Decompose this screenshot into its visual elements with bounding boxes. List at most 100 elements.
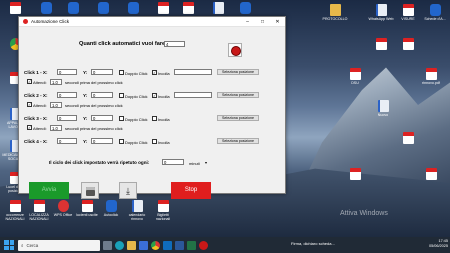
avvia-button[interactable]: Avvia xyxy=(29,182,69,199)
desktop-icon-app[interactable] xyxy=(120,2,146,15)
minimize-button[interactable]: – xyxy=(240,17,255,27)
desktop-icon-pdf[interactable] xyxy=(150,2,176,15)
desktop-icon-nuovo[interactable]: Nuovo xyxy=(370,100,396,117)
desktop-icon-app[interactable] xyxy=(90,2,116,15)
taskbar-search-input[interactable]: ⌕ Cerca xyxy=(18,239,100,251)
desktop-icon-localizza[interactable]: LOCALIZZA NAZIONALI xyxy=(26,200,52,221)
click-4-double-label: Doppio Click xyxy=(125,140,148,145)
edge-icon[interactable] xyxy=(115,240,124,250)
click-1-text-input[interactable] xyxy=(174,69,212,75)
outlook-icon[interactable] xyxy=(163,240,172,250)
click-4-incolla-checkbox[interactable] xyxy=(152,139,157,144)
click-4-y-label: Y: xyxy=(83,139,88,144)
click-2-incolla-checkbox[interactable]: ✓ xyxy=(152,93,157,98)
chrome-icon[interactable] xyxy=(151,240,160,250)
click-2-text-input[interactable] xyxy=(174,92,212,98)
desktop-icon-schede[interactable]: Schede d'A... xyxy=(422,4,448,21)
desktop-icon-wps[interactable]: WPS Office xyxy=(50,200,76,217)
taskbar-notification[interactable]: Firma, dichiaro scheda... xyxy=(291,241,335,246)
stop-button[interactable]: Stop xyxy=(171,182,211,199)
click-3-select-position-button[interactable]: Seleziona posizione xyxy=(217,115,259,121)
pdf-icon xyxy=(402,38,414,50)
desktop-icon-app[interactable] xyxy=(33,2,59,15)
click-3-y-input[interactable]: 0 xyxy=(91,115,113,121)
desktop-icon-dsu[interactable]: DSU xyxy=(342,68,368,85)
file-explorer-icon[interactable] xyxy=(127,240,136,250)
desktop-icon-label: DSU xyxy=(351,81,359,85)
click-4-select-position-button[interactable]: Seleziona posizione xyxy=(217,138,259,144)
desktop-icon-calendario[interactable]: calendario rinnovo xyxy=(124,200,150,221)
word-icon[interactable] xyxy=(175,240,184,250)
wait-1-checkbox[interactable]: ✓ xyxy=(27,79,32,84)
click-1-double-label: Doppio Click xyxy=(125,71,148,76)
desktop-icon-pdf[interactable] xyxy=(2,2,28,15)
desktop-icon-label: Biglietti nazionali xyxy=(155,213,171,221)
store-icon[interactable] xyxy=(139,240,148,250)
click-2-double-checkbox[interactable] xyxy=(119,93,124,98)
windows-start-icon[interactable] xyxy=(4,240,14,250)
click-3-incolla-label: Incolla xyxy=(158,117,170,122)
wps-icon xyxy=(57,200,69,212)
desktop-icon-app[interactable] xyxy=(60,2,86,15)
repeat-unit-select[interactable]: minuti xyxy=(189,161,200,166)
desktop-icon-occorrenze[interactable]: occorrenze NAZIONALI xyxy=(2,200,28,221)
desktop-icon-doc2[interactable] xyxy=(368,38,394,51)
app-icon xyxy=(239,2,251,14)
click-2-select-position-button[interactable]: Seleziona posizione xyxy=(217,92,259,98)
desktop-icon-pdf[interactable] xyxy=(342,168,368,181)
desktop-icon-app[interactable] xyxy=(232,2,258,15)
click-2-y-input[interactable]: 0 xyxy=(91,92,113,98)
desktop-icon-doc3[interactable] xyxy=(395,38,421,51)
record-icon xyxy=(232,47,240,55)
repeat-interval-input[interactable]: 0 xyxy=(162,159,184,165)
click-4-y-input[interactable]: 0 xyxy=(91,138,113,144)
desktop-icon-visure[interactable]: VISURE xyxy=(395,4,421,21)
maximize-button[interactable]: □ xyxy=(255,17,270,27)
task-view-icon[interactable] xyxy=(103,240,112,250)
title-bar[interactable]: Automazione Click – □ ✕ xyxy=(19,17,285,27)
wait-1-input[interactable]: 1.0 xyxy=(50,79,62,85)
wait-3-input[interactable]: 1.0 xyxy=(50,125,62,131)
record-button[interactable] xyxy=(228,43,242,57)
click-count-input[interactable]: 4 xyxy=(164,41,185,47)
click-1-double-checkbox[interactable] xyxy=(119,70,124,75)
desktop-icon-label: PROTOCOLLO xyxy=(322,17,348,21)
desktop-icon-whatsapp[interactable]: WhatsApp Web xyxy=(368,4,394,21)
click-3-incolla-checkbox[interactable] xyxy=(152,116,157,121)
desktop-icon-label: Autoclick xyxy=(103,213,119,217)
click-1-y-input[interactable]: 0 xyxy=(91,69,113,75)
desktop-icon-biglietti[interactable]: Biglietti nazionali xyxy=(150,200,176,221)
chevron-down-icon[interactable]: ▾ xyxy=(205,160,207,165)
wait-3-checkbox[interactable]: ✓ xyxy=(27,125,32,130)
desktop-icon-pdf[interactable] xyxy=(175,2,201,15)
wait-2-input[interactable]: 1.0 xyxy=(50,102,62,108)
desktop-icon-label: rinnovo.pdf xyxy=(422,81,440,85)
excel-icon[interactable] xyxy=(187,240,196,250)
click-3-x-input[interactable]: 0 xyxy=(57,115,77,121)
clock-date: 05/06/2025 xyxy=(428,244,448,248)
desktop-icon-pdf[interactable] xyxy=(395,132,421,145)
click-1-select-position-button[interactable]: Seleziona posizione xyxy=(217,69,259,75)
desktop-icon-autoclick[interactable]: Autoclick xyxy=(98,200,124,217)
wait-2-checkbox[interactable]: ✓ xyxy=(27,102,32,107)
system-clock[interactable]: 17:45 05/06/2025 xyxy=(429,239,448,249)
click-3-double-checkbox[interactable] xyxy=(119,116,124,121)
desktop-icon-label: WPS Office xyxy=(53,213,73,217)
desktop-icon-protocollo[interactable]: PROTOCOLLO xyxy=(322,4,348,21)
load-button[interactable]: ⤓ xyxy=(119,182,137,199)
click-2-x-input[interactable]: 0 xyxy=(57,92,77,98)
autoclick-taskbar-icon[interactable] xyxy=(199,240,208,250)
desktop-icon-pdf[interactable] xyxy=(418,168,444,181)
save-button[interactable] xyxy=(81,182,99,199)
close-button[interactable]: ✕ xyxy=(270,17,285,27)
desktop-icon-doc[interactable] xyxy=(205,2,231,15)
click-1-incolla-checkbox[interactable]: ✓ xyxy=(152,70,157,75)
desktop-icon-lucienti[interactable]: lucienti uscite xyxy=(74,200,100,217)
activate-windows-watermark: Attiva Windows xyxy=(340,210,388,217)
click-4-double-checkbox[interactable] xyxy=(119,139,124,144)
pdf-icon xyxy=(425,68,437,80)
window-content: Quanti click automatici vuoi fare? 4 Cli… xyxy=(19,27,285,199)
desktop-icon-rinnovo[interactable]: rinnovo.pdf xyxy=(418,68,444,85)
click-4-x-input[interactable]: 0 xyxy=(57,138,77,144)
click-1-x-input[interactable]: 0 xyxy=(57,69,77,75)
